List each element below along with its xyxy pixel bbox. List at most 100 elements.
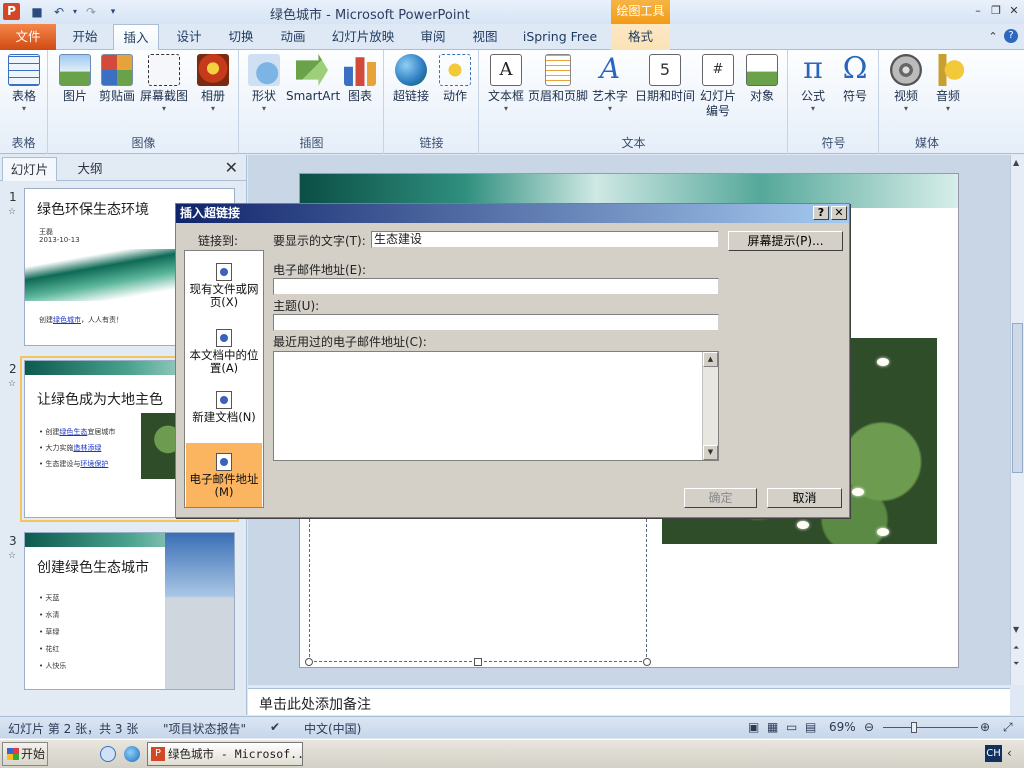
notes-pane[interactable]: 单击此处添加备注 xyxy=(248,688,1010,715)
tab-animations[interactable]: 动画 xyxy=(270,24,316,50)
fit-to-window-icon[interactable]: ⤢ xyxy=(1003,720,1013,735)
help-icon[interactable]: ? xyxy=(1004,29,1018,43)
chart-button[interactable]: 图表 xyxy=(340,54,380,104)
video-button[interactable]: 视频 ▾ xyxy=(884,54,928,113)
tab-home[interactable]: 开始 xyxy=(62,24,108,50)
notes-placeholder[interactable]: 单击此处添加备注 xyxy=(259,694,371,714)
screenshot-button[interactable]: 屏幕截图 ▾ xyxy=(139,54,189,113)
symbol-button[interactable]: Ω 符号 xyxy=(835,54,875,104)
header-footer-button[interactable]: 页眉和页脚 xyxy=(528,54,588,104)
resize-handle[interactable] xyxy=(474,658,482,666)
wordart-button[interactable]: A 艺术字 ▾ xyxy=(590,54,630,114)
zoom-level[interactable]: 69% xyxy=(829,720,856,734)
input-method-indicator[interactable]: CH xyxy=(985,745,1002,762)
link-place-in-document[interactable]: 本文档中的位置(A) xyxy=(186,319,262,383)
minimize-ribbon-icon[interactable]: ⌃ xyxy=(985,29,1001,45)
email-icon xyxy=(216,453,232,471)
tab-slideshow[interactable]: 幻灯片放映 xyxy=(327,24,399,50)
drawing-tools-context-tab: 绘图工具 xyxy=(611,0,670,24)
picture-button[interactable]: 图片 xyxy=(53,54,97,104)
screentip-button[interactable]: 屏幕提示(P)... xyxy=(728,231,843,251)
recent-list-scrollbar[interactable]: ▲ ▼ xyxy=(702,352,718,460)
minimize-icon[interactable]: – xyxy=(970,3,986,19)
scroll-down-icon[interactable]: ▼ xyxy=(1013,625,1019,634)
email-address-input[interactable] xyxy=(273,278,719,295)
start-button[interactable]: 开始 xyxy=(2,742,48,766)
zoom-slider[interactable] xyxy=(883,727,978,728)
reading-view-icon[interactable]: ▭ xyxy=(786,720,797,734)
close-panel-icon[interactable]: ✕ xyxy=(225,158,238,177)
scroll-down-icon[interactable]: ▼ xyxy=(703,445,718,460)
tab-review[interactable]: 审阅 xyxy=(410,24,456,50)
link-new-document[interactable]: 新建文档(N) xyxy=(186,381,262,445)
zoom-slider-thumb[interactable] xyxy=(911,722,918,733)
scrollbar-thumb[interactable] xyxy=(1012,323,1023,473)
previous-slide-icon[interactable]: ⏶ xyxy=(1013,643,1019,653)
internet-explorer-icon[interactable] xyxy=(124,746,140,762)
slide-thumbnail-3[interactable]: 创建绿色生态城市 • 天蓝 • 水清 • 草绿 • 花红 • 人快乐 xyxy=(24,532,235,690)
slideshow-view-icon[interactable]: ▤ xyxy=(805,720,816,734)
resize-handle[interactable] xyxy=(305,658,313,666)
customize-qat-icon[interactable]: ▾ xyxy=(104,3,122,21)
next-slide-icon[interactable]: ⏷ xyxy=(1013,659,1019,669)
resize-handle[interactable] xyxy=(643,658,651,666)
tab-view[interactable]: 视图 xyxy=(462,24,508,50)
zoom-in-icon[interactable]: ⊕ xyxy=(980,720,990,734)
object-button[interactable]: 对象 xyxy=(742,54,782,104)
audio-button[interactable]: 音频 ▾ xyxy=(928,54,968,113)
vertical-scrollbar[interactable]: ▲ ▼ ⏶ ⏷ xyxy=(1010,155,1024,685)
textbox-icon: A xyxy=(490,54,522,86)
scroll-up-icon[interactable]: ▲ xyxy=(1013,158,1019,167)
table-button[interactable]: 表格 ▾ xyxy=(4,54,44,113)
photo-album-button[interactable]: 相册 ▾ xyxy=(193,54,233,113)
thumb-title: 创建绿色生态城市 xyxy=(37,560,149,576)
tab-outline[interactable]: 大纲 xyxy=(60,157,120,181)
restore-icon[interactable]: ❐ xyxy=(988,3,1004,19)
tab-file[interactable]: 文件 xyxy=(0,24,56,50)
dialog-title: 插入超链接 xyxy=(176,204,849,223)
ok-button[interactable]: 确定 xyxy=(684,488,757,508)
help-icon[interactable]: ? xyxy=(813,206,829,220)
tab-slides[interactable]: 幻灯片 xyxy=(2,157,57,181)
link-existing-file[interactable]: 现有文件或网页(X) xyxy=(186,253,262,317)
slide-number-button[interactable]: # 幻灯片 编号 xyxy=(698,54,738,119)
save-icon[interactable]: ■ xyxy=(28,3,46,21)
spell-check-icon[interactable]: ✔ xyxy=(270,720,280,734)
link-email-address[interactable]: 电子邮件地址(M) xyxy=(186,443,262,507)
slide-info: 幻灯片 第 2 张，共 3 张 xyxy=(8,722,139,736)
clipart-button[interactable]: 剪贴画 xyxy=(97,54,137,104)
tab-transitions[interactable]: 切换 xyxy=(218,24,264,50)
hyperlink-button[interactable]: 超链接 xyxy=(389,54,433,104)
text-placeholder[interactable] xyxy=(305,504,651,666)
equation-button[interactable]: π 公式 ▾ xyxy=(793,54,833,114)
tray-expand-icon[interactable]: ‹ xyxy=(1007,746,1012,760)
slide-sorter-icon[interactable]: ▦ xyxy=(767,720,778,734)
display-text-input[interactable]: 生态建设 xyxy=(371,231,719,248)
normal-view-icon[interactable]: ▣ xyxy=(748,720,759,734)
tab-ispring[interactable]: iSpring Free xyxy=(517,24,603,50)
zoom-out-icon[interactable]: ⊖ xyxy=(864,720,874,734)
tab-insert[interactable]: 插入 xyxy=(113,24,159,51)
textbox-button[interactable]: A 文本框 ▾ xyxy=(484,54,528,113)
language[interactable]: 中文(中国) xyxy=(304,720,361,737)
ribbon-tabs: 文件 开始 插入 设计 切换 动画 幻灯片放映 审阅 视图 iSpring Fr… xyxy=(0,24,1024,51)
close-window-icon[interactable]: ✕ xyxy=(1006,3,1022,19)
shapes-button[interactable]: 形状 ▾ xyxy=(244,54,284,113)
powerpoint-app-icon[interactable]: P xyxy=(3,3,20,20)
email-address-label: 电子邮件地址(E): xyxy=(273,263,366,277)
tab-design[interactable]: 设计 xyxy=(166,24,212,50)
action-button[interactable]: 动作 xyxy=(435,54,475,104)
tab-format[interactable]: 格式 xyxy=(611,24,670,50)
scroll-up-icon[interactable]: ▲ xyxy=(703,352,718,367)
smartart-icon xyxy=(296,54,328,86)
date-time-button[interactable]: 5 日期和时间 xyxy=(634,54,696,104)
taskbar-powerpoint-item[interactable]: P 绿色城市 - Microsof... xyxy=(147,742,303,766)
close-dialog-icon[interactable]: ✕ xyxy=(831,206,847,220)
cancel-button[interactable]: 取消 xyxy=(767,488,842,508)
theme-name[interactable]: "项目状态报告" xyxy=(163,720,246,737)
smartart-button[interactable]: SmartArt xyxy=(286,54,340,104)
recent-emails-list[interactable]: ▲ ▼ xyxy=(273,351,719,461)
show-desktop-icon[interactable] xyxy=(100,746,116,762)
redo-icon[interactable]: ↷ xyxy=(82,3,100,21)
subject-input[interactable] xyxy=(273,314,719,331)
